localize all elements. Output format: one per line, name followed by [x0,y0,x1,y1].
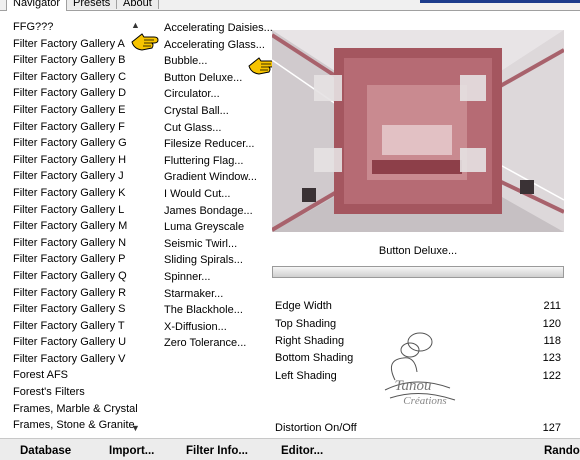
list-item[interactable]: Filter Factory Gallery E [13,102,138,119]
list-item[interactable]: Filter Factory Gallery H [13,152,138,169]
list-item[interactable]: Fluttering Flag... [164,153,273,170]
list-item[interactable]: Filter Factory Gallery F [13,119,138,136]
import-button[interactable]: Import... [109,445,154,457]
param-value: 120 [542,318,561,330]
random-button[interactable]: Rando [544,445,580,457]
list-item[interactable]: Filter Factory Gallery R [13,285,138,302]
param-value: 123 [542,352,561,364]
list-item[interactable]: Filter Factory Gallery M [13,218,138,235]
list-item[interactable]: I Would Cut... [164,186,273,203]
list-item[interactable]: Filter Factory Gallery A [13,36,138,53]
list-item[interactable]: Frames, Stone & Granite [13,417,138,434]
list-item[interactable]: Accelerating Glass... [164,37,273,54]
list-item[interactable]: Circulator... [164,86,273,103]
list-item[interactable]: The Blackhole... [164,302,273,319]
list-item[interactable]: Forest's Filters [13,384,138,401]
list-item[interactable]: Filter Factory Gallery J [13,168,138,185]
svg-text:Tanou: Tanou [395,378,432,394]
control-name-label: Button Deluxe... [378,245,458,257]
param-label: Left Shading [275,370,337,382]
list-item[interactable]: Gradient Window... [164,169,273,186]
list-item[interactable]: Filter Factory Gallery K [13,185,138,202]
list-item[interactable]: Filter Factory Gallery L [13,202,138,219]
list-item[interactable]: Filter Factory Gallery V [13,351,138,368]
list-item[interactable]: Filter Factory Gallery G [13,135,138,152]
scroll-down-icon[interactable]: ▼ [131,423,140,433]
tab-bar: Navigator Presets About [0,0,580,11]
param-row[interactable]: Distortion On/Off 127 [275,422,563,436]
list-item[interactable]: X-Diffusion... [164,319,273,336]
tab-presets[interactable]: Presets [66,0,118,9]
editor-button[interactable]: Editor... [281,445,323,457]
param-label: Bottom Shading [275,352,354,364]
param-value: 118 [543,335,561,347]
list-item[interactable]: Filter Factory Gallery N [13,235,138,252]
title-strip [420,0,580,3]
list-item[interactable]: Frames, Marble & Crystal [13,401,138,418]
tab-about[interactable]: About [116,0,159,9]
param-value: 122 [542,370,561,382]
database-button[interactable]: Database [20,445,71,457]
scroll-up-icon[interactable]: ▲ [131,20,140,30]
param-row[interactable]: Edge Width 211 [275,300,563,314]
param-label: Edge Width [275,300,332,312]
param-label: Right Shading [275,335,345,347]
list-item[interactable]: Filter Factory Gallery D [13,85,138,102]
list-item[interactable]: Seismic Twirl... [164,236,273,253]
param-label: Distortion On/Off [275,422,357,434]
list-item[interactable]: Filter Factory Gallery T [13,318,138,335]
list-item[interactable]: Filter Factory Gallery C [13,69,138,86]
tab-navigator[interactable]: Navigator [6,0,68,11]
list-item[interactable]: Cut Glass... [164,120,273,137]
list-item[interactable]: James Bondage... [164,203,273,220]
list-item[interactable]: Filesize Reducer... [164,136,273,153]
watermark-logo: Tanou Créations [384,332,456,407]
svg-text:Créations: Créations [403,395,446,407]
list-item[interactable]: Filter Factory Gallery Q [13,268,138,285]
list-item[interactable]: Luma Greyscale [164,219,273,236]
list-item[interactable]: Forest AFS [13,367,138,384]
list-item[interactable]: Filter Factory Gallery U [13,334,138,351]
param-value: 127 [542,422,561,434]
list-item[interactable]: Sliding Spirals... [164,252,273,269]
list-item[interactable]: Spinner... [164,269,273,286]
list-item[interactable]: FFG??? [13,19,138,36]
control-slider[interactable] [272,266,564,278]
list-item[interactable]: Filter Factory Gallery B [13,52,138,69]
pointing-hand-icon [131,33,159,51]
list-item[interactable]: Filter Factory Gallery P [13,251,138,268]
filter-list[interactable]: FFG??? Filter Factory Gallery A Filter Fac… [13,19,138,434]
list-item[interactable]: Crystal Ball... [164,103,273,120]
list-item[interactable]: Starmaker... [164,286,273,303]
param-label: Top Shading [275,318,337,330]
list-item[interactable]: Filter Factory Gallery S [13,301,138,318]
list-item[interactable]: Accelerating Daisies... [164,20,273,37]
list-item[interactable]: Zero Tolerance... [164,335,273,352]
param-value: 211 [543,300,561,312]
preview-image [272,30,564,232]
filter-info-button[interactable]: Filter Info... [186,445,248,457]
